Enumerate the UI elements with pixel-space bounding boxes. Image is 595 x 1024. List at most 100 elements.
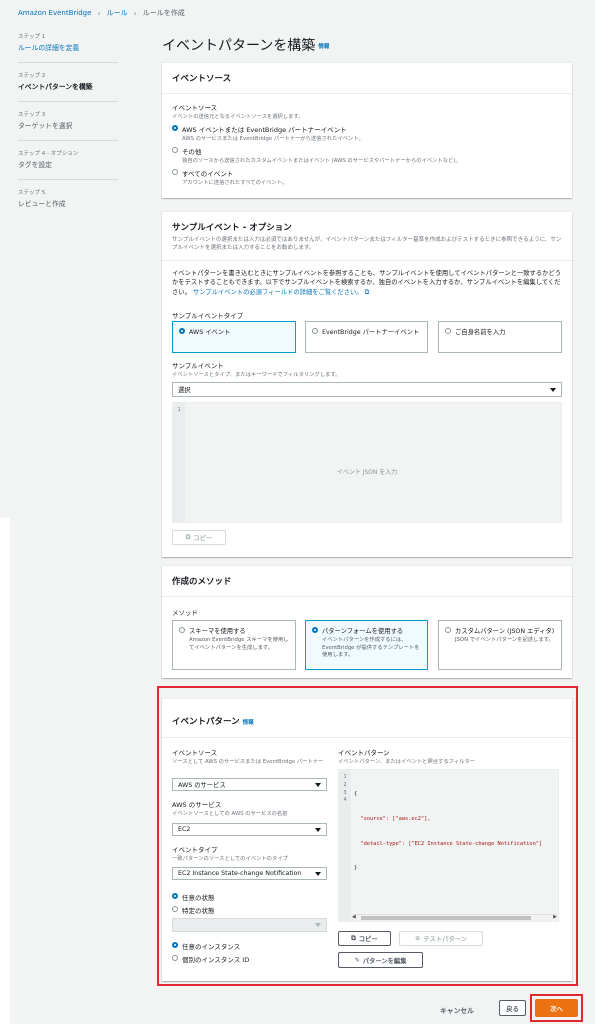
- radio-icon[interactable]: [172, 169, 178, 175]
- event-type-select[interactable]: EC2 Instance State-change Notification: [172, 867, 327, 880]
- aws-service-desc: イベントソースとしての AWS のサービスの名前: [172, 811, 288, 817]
- cancel-button[interactable]: キャンセル: [440, 1005, 474, 1015]
- breadcrumb-current: ルールを作成: [142, 9, 185, 17]
- method-schema[interactable]: スキーマを使用する Amazon EventBridge スキーマを使用してイベ…: [172, 620, 296, 670]
- method-pattern-form[interactable]: パターンフォームを使用する イベントパターンを作成するには、EventBridg…: [305, 620, 428, 670]
- scroll-right-icon[interactable]: ▶: [553, 914, 557, 920]
- state-any-option[interactable]: 任意の状態: [172, 892, 215, 902]
- info-link[interactable]: 情報: [318, 44, 329, 50]
- copy-label: コピー: [193, 535, 213, 542]
- event-type-desc: 一致パターンのソースとしてのイベントのタイプ: [172, 856, 288, 862]
- caret-down-icon: [315, 827, 321, 832]
- sample-type-custom[interactable]: ご自身名前を入力: [438, 321, 562, 353]
- radio-icon[interactable]: [445, 627, 451, 633]
- sample-type-aws[interactable]: AWS イベント: [172, 321, 296, 353]
- radio-icon[interactable]: [445, 328, 451, 334]
- step-divider: [18, 62, 118, 63]
- event-type-label: イベントタイプ: [172, 846, 218, 854]
- edit-pattern-button[interactable]: ✎ パターンを編集: [338, 952, 423, 968]
- breadcrumb-eventbridge[interactable]: Amazon EventBridge: [18, 9, 91, 17]
- select-value: 選択: [178, 387, 191, 394]
- page-title: イベントパターンを構築 情報: [162, 35, 329, 55]
- test-pattern-button[interactable]: ⊕ テストパターン: [399, 931, 483, 946]
- step-1-number: ステップ 1: [18, 34, 46, 40]
- line-gutter: 1: [173, 403, 185, 522]
- tile-label: ご自身名前を入力: [455, 329, 506, 336]
- sample-event-editor[interactable]: 1 イベント JSON を入力: [172, 402, 562, 523]
- state-select-disabled[interactable]: [172, 918, 327, 932]
- line-number: 1: [177, 407, 181, 413]
- event-source-option-all[interactable]: すべてのイベント アカウントに送信されたすべてのイベント。: [172, 168, 562, 186]
- copy-button[interactable]: ⧉ コピー: [172, 530, 226, 545]
- test-icon: ⊕: [414, 935, 421, 942]
- event-pattern-header: イベントパターン: [172, 717, 240, 727]
- event-source-desc: イベントの送信元となるイベントソースを選択します。: [172, 114, 304, 120]
- page-title-text: イベントパターンを構築: [162, 38, 316, 54]
- sample-type-partner[interactable]: EventBridge パートナーイベント: [305, 321, 428, 353]
- instance-specific-option[interactable]: 個別のインスタンス ID: [172, 954, 249, 964]
- select-value: AWS のサービス: [178, 782, 226, 789]
- radio-icon[interactable]: [179, 627, 185, 633]
- radio-selected-icon[interactable]: [172, 942, 178, 948]
- step-5-number: ステップ 5: [18, 190, 46, 196]
- instance-any-option[interactable]: 任意のインスタンス: [172, 941, 240, 951]
- tile-label: スキーマを使用する: [189, 628, 246, 635]
- step-1-label[interactable]: ルールの詳細を定義: [18, 42, 79, 52]
- tile-label: カスタムパターン (JSON エディタ): [455, 628, 555, 635]
- event-source-option-aws[interactable]: AWS イベントまたは EventBridge パートナーイベント AWS のサ…: [172, 124, 562, 142]
- option-label: 任意のインスタンス: [182, 943, 241, 951]
- external-link-icon: ⧉: [364, 289, 370, 296]
- radio-selected-icon[interactable]: [312, 627, 318, 633]
- event-source-option-other[interactable]: その他 独自のソースから送信されたカスタムイベントまたはイベント (AWS のサ…: [172, 146, 562, 164]
- caret-down-icon: [315, 871, 321, 876]
- state-specific-option[interactable]: 特定の状態: [172, 905, 215, 915]
- step-1[interactable]: ステップ 1 ルールの詳細を定義: [18, 32, 79, 52]
- sample-event-desc: イベントソースとタイプ、またはキーワードでフィルタリングします。: [172, 372, 341, 378]
- chevron-right-icon: ›: [133, 8, 137, 18]
- radio-icon[interactable]: [172, 147, 178, 153]
- scrollbar-thumb[interactable]: [361, 916, 531, 920]
- radio-selected-icon[interactable]: [172, 125, 178, 131]
- required-fields-link[interactable]: サンプルイベントの必須フィールドの詳細をご覧ください。: [193, 289, 363, 296]
- pattern-json-label: イベントパターン: [338, 749, 390, 757]
- code-line: }: [354, 865, 358, 872]
- option-desc: アカウントに送信されたすべてのイベント。: [182, 180, 288, 186]
- radio-selected-icon[interactable]: [172, 893, 178, 899]
- pattern-json-code: { "source": ["aws.ec2"], "detail-type": …: [354, 774, 542, 889]
- event-source-label: イベントソース: [172, 104, 218, 112]
- sample-event-header: サンプルイベント - オプション: [172, 223, 292, 233]
- edit-label: パターンを編集: [362, 957, 407, 965]
- option-label: 特定の状態: [182, 907, 215, 915]
- pattern-json-editor[interactable]: 1 2 3 4 { "source": ["aws.ec2"], "detail…: [338, 769, 559, 922]
- step-2-number: ステップ 2: [18, 73, 46, 79]
- tile-label: AWS イベント: [189, 329, 231, 336]
- step-5: ステップ 5 レビューと作成: [18, 188, 66, 208]
- horizontal-scrollbar[interactable]: ◀ ▶: [351, 914, 558, 921]
- back-button[interactable]: 戻る: [499, 1000, 526, 1016]
- option-label: AWS イベントまたは EventBridge パートナーイベント: [182, 126, 347, 134]
- option-label: 任意の状態: [182, 894, 215, 902]
- radio-icon[interactable]: [312, 328, 318, 334]
- line-number: 2: [343, 781, 347, 788]
- code-line: {: [354, 791, 358, 798]
- pattern-source-select[interactable]: AWS のサービス: [172, 778, 327, 791]
- code-line: "source": ["aws.ec2"],: [354, 816, 431, 823]
- aws-service-label: AWS のサービス: [172, 801, 222, 809]
- sample-event-panel: サンプルイベント - オプション サンプルイベントの選択または入力は必須ではあり…: [162, 212, 572, 557]
- info-link[interactable]: 情報: [243, 720, 254, 726]
- pattern-copy-button[interactable]: ⧉ コピー: [338, 931, 391, 946]
- radio-icon[interactable]: [172, 906, 178, 912]
- sample-event-select[interactable]: 選択: [172, 382, 562, 397]
- method-custom-json[interactable]: カスタムパターン (JSON エディタ) JSON でイベントパターンを記述しま…: [438, 620, 562, 670]
- aws-service-select[interactable]: EC2: [172, 823, 327, 836]
- radio-selected-icon[interactable]: [179, 328, 185, 334]
- breadcrumb-rules[interactable]: ルール: [107, 8, 128, 18]
- line-number: 1: [343, 774, 347, 780]
- scroll-left-icon[interactable]: ◀: [352, 914, 356, 920]
- caret-down-icon: [315, 782, 321, 787]
- option-desc: 独自のソースから送信されたカスタムイベントまたはイベント (AWS のサービスや…: [182, 158, 461, 164]
- step-divider: [18, 101, 118, 102]
- next-button[interactable]: 次へ: [535, 999, 578, 1017]
- next-label: 次へ: [550, 1005, 563, 1013]
- radio-icon[interactable]: [172, 955, 178, 961]
